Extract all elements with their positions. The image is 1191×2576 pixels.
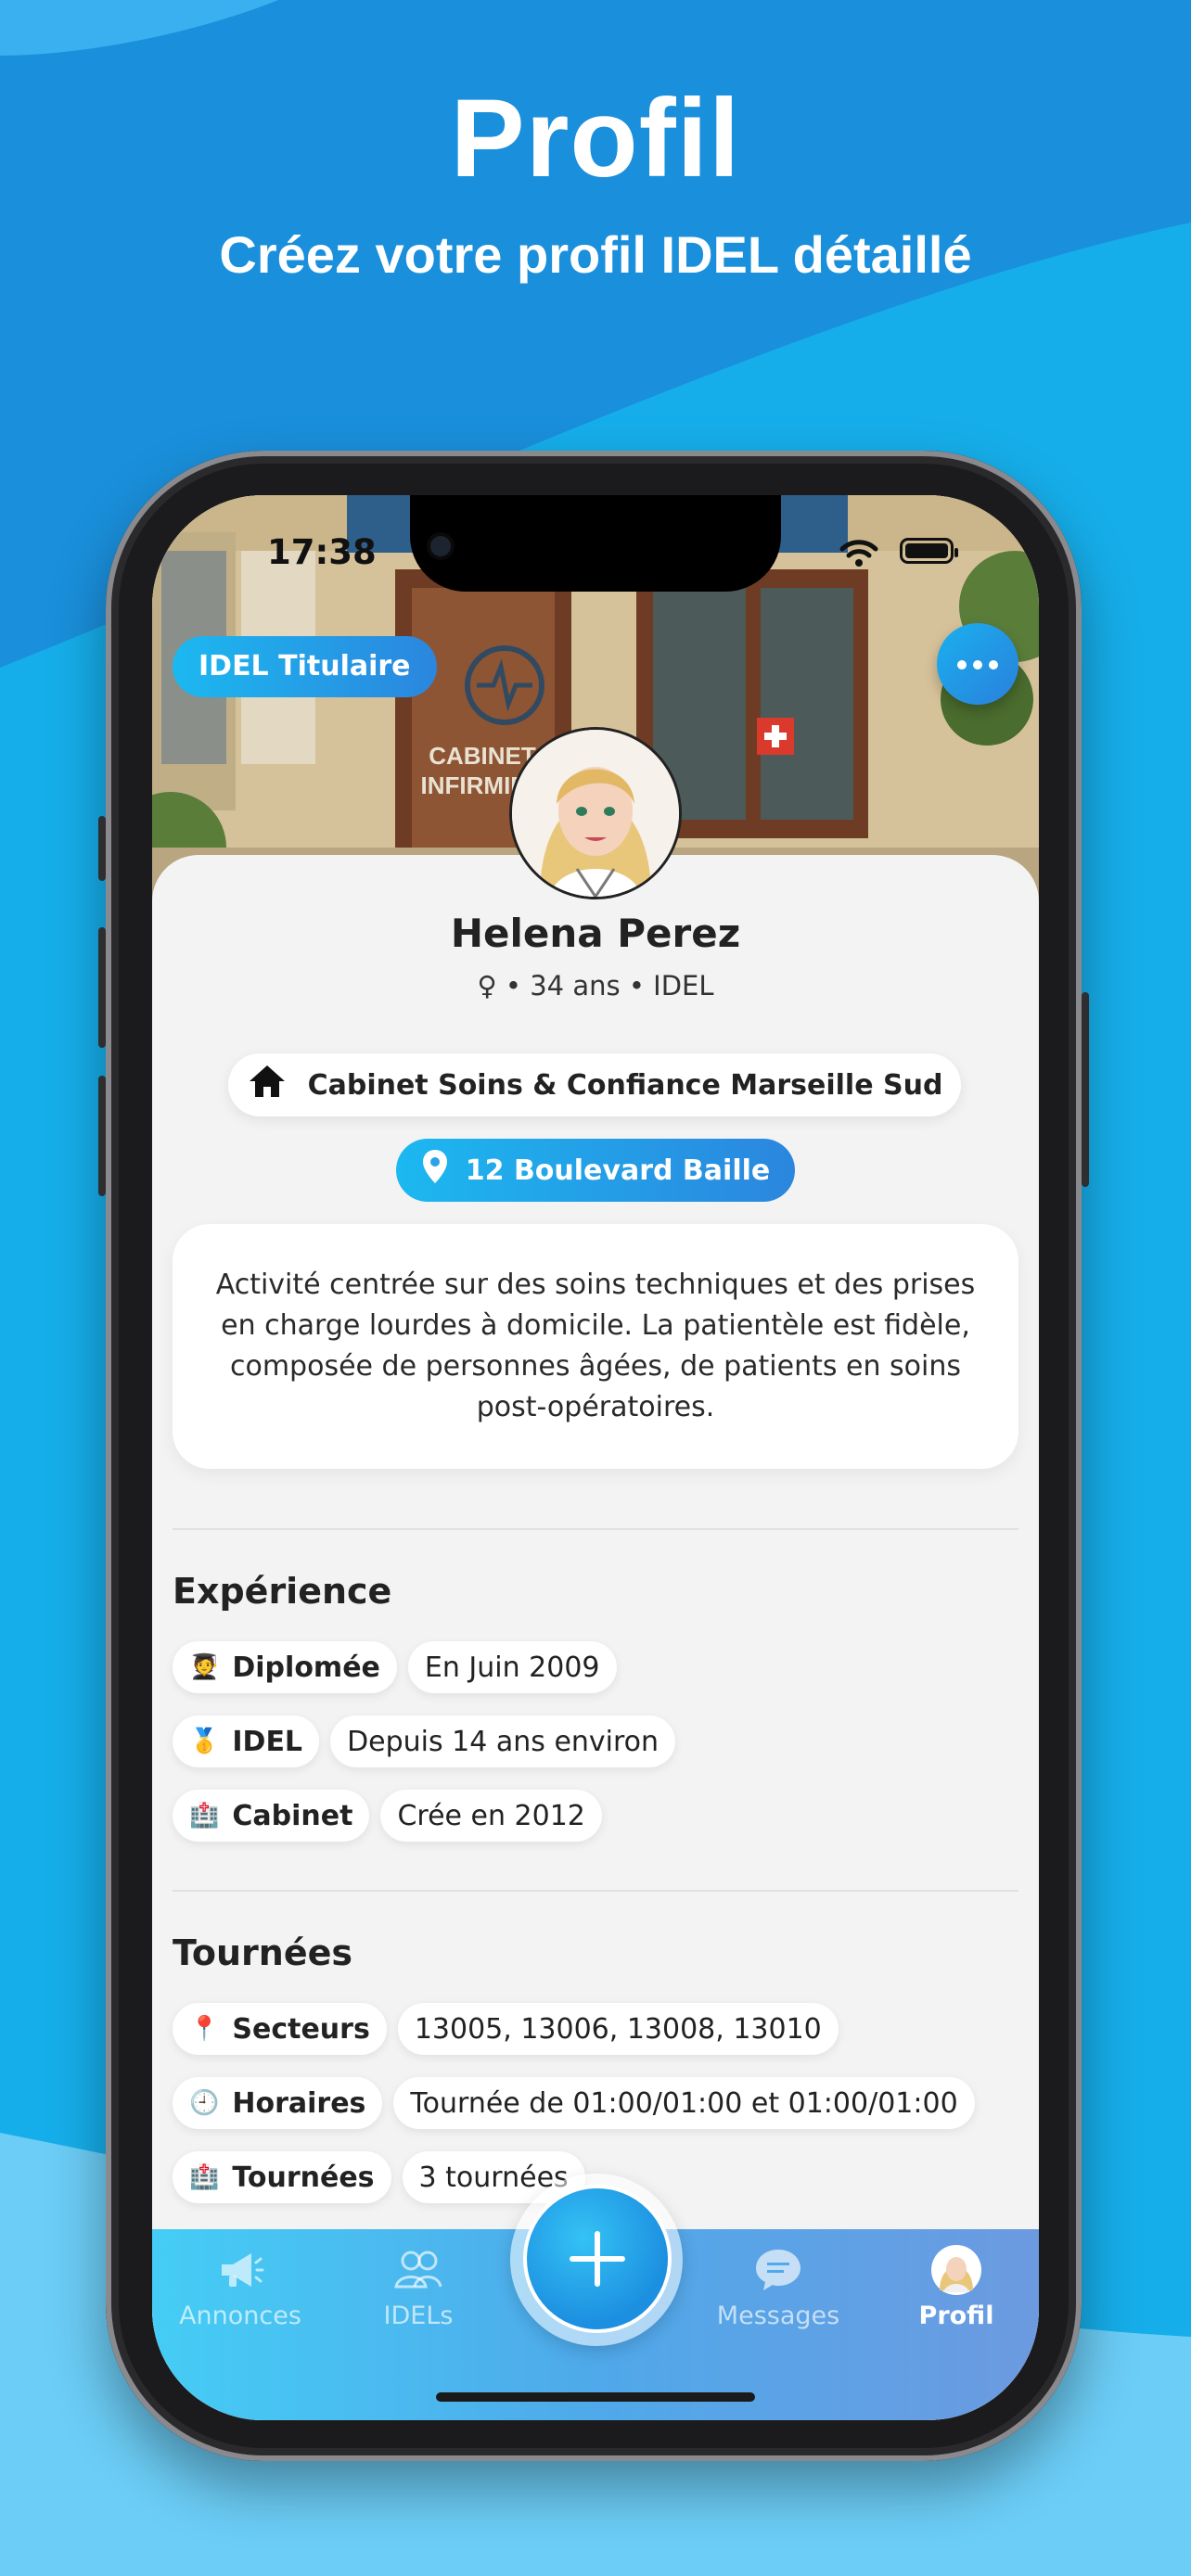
pin-icon: 📍 bbox=[189, 2015, 220, 2043]
chip-value: Crée en 2012 bbox=[380, 1790, 602, 1842]
power-button bbox=[1082, 992, 1089, 1187]
phone-screen: C · · · · · · · · · ER CABINET INFIRMIER bbox=[152, 495, 1039, 2420]
tournees-row-secteurs: 📍 Secteurs 13005, 13006, 13008, 13010 bbox=[173, 2003, 839, 2055]
divider bbox=[173, 1528, 1018, 1530]
cabinet-pill[interactable]: Cabinet Soins & Confiance Marseille Sud bbox=[228, 1053, 961, 1116]
avatar-icon bbox=[887, 2244, 1026, 2296]
experience-row-idel: 🥇 IDEL Depuis 14 ans environ bbox=[173, 1715, 676, 1767]
tab-idels[interactable]: IDELs bbox=[349, 2244, 488, 2330]
role-badge: IDEL Titulaire bbox=[173, 636, 437, 697]
description-card: Activité centrée sur des soins technique… bbox=[173, 1224, 1018, 1469]
status-time: 17:38 bbox=[267, 532, 377, 572]
tournees-title: Tournées bbox=[173, 1932, 352, 1973]
mute-switch bbox=[98, 816, 106, 881]
chat-bubble-icon bbox=[709, 2244, 848, 2296]
add-button[interactable] bbox=[523, 2185, 672, 2333]
chip-value: En Juin 2009 bbox=[407, 1641, 617, 1693]
hospital-icon: 🏥 bbox=[189, 1802, 220, 1830]
chip-label: 🏥 Tournées bbox=[173, 2151, 391, 2203]
divider bbox=[173, 1890, 1018, 1892]
experience-title: Expérience bbox=[173, 1571, 392, 1612]
tab-profil[interactable]: Profil bbox=[887, 2244, 1026, 2330]
address-pill[interactable]: 12 Boulevard Baille bbox=[396, 1139, 795, 1202]
tab-annonces[interactable]: Annonces bbox=[171, 2244, 310, 2330]
hero-subtitle: Créez votre profil IDEL détaillé bbox=[219, 225, 972, 284]
description-text: Activité centrée sur des soins technique… bbox=[215, 1269, 976, 1423]
experience-row-diploma: 🧑‍🎓 Diplomée En Juin 2009 bbox=[173, 1641, 617, 1693]
volume-down-button bbox=[98, 1076, 106, 1196]
chip-label: 🥇 IDEL bbox=[173, 1715, 320, 1767]
wifi-icon bbox=[839, 538, 879, 571]
camera-dot bbox=[430, 536, 451, 556]
battery-icon bbox=[900, 538, 958, 564]
hospital-icon: 🏥 bbox=[189, 2163, 220, 2191]
chip-value: 13005, 13006, 13008, 13010 bbox=[397, 2003, 839, 2055]
clock-icon: 🕘 bbox=[189, 2089, 220, 2117]
megaphone-icon bbox=[171, 2244, 310, 2296]
dynamic-island bbox=[410, 495, 781, 592]
address-text: 12 Boulevard Baille bbox=[465, 1154, 771, 1187]
chip-value: Depuis 14 ans environ bbox=[330, 1715, 676, 1767]
avatar[interactable] bbox=[509, 727, 682, 899]
cabinet-name: Cabinet Soins & Confiance Marseille Sud bbox=[307, 1068, 943, 1102]
home-icon bbox=[247, 1063, 288, 1107]
medal-icon: 🥇 bbox=[189, 1728, 220, 1755]
home-indicator[interactable] bbox=[436, 2392, 755, 2402]
chip-label: 🏥 Cabinet bbox=[173, 1790, 370, 1842]
svg-text:CABINET: CABINET bbox=[429, 742, 536, 770]
chip-label: 🕘 Horaires bbox=[173, 2077, 383, 2129]
hero-title: Profil bbox=[450, 76, 741, 200]
experience-row-cabinet: 🏥 Cabinet Crée en 2012 bbox=[173, 1790, 602, 1842]
chip-label: 📍 Secteurs bbox=[173, 2003, 387, 2055]
people-icon bbox=[349, 2244, 488, 2296]
tab-messages[interactable]: Messages bbox=[709, 2244, 848, 2330]
tournees-row-horaires: 🕘 Horaires Tournée de 01:00/01:00 et 01:0… bbox=[173, 2077, 975, 2129]
chip-label: 🧑‍🎓 Diplomée bbox=[173, 1641, 397, 1693]
more-options-button[interactable] bbox=[937, 623, 1018, 705]
volume-up-button bbox=[98, 927, 106, 1048]
chip-value: Tournée de 01:00/01:00 et 01:00/01:00 bbox=[393, 2077, 975, 2129]
profile-meta: ♀ • 34 ans • IDEL bbox=[477, 970, 714, 1001]
tournees-row-tournees: 🏥 Tournées 3 tournées bbox=[173, 2151, 585, 2203]
location-pin-icon bbox=[421, 1148, 449, 1192]
graduate-icon: 🧑‍🎓 bbox=[189, 1653, 220, 1681]
profile-name: Helena Perez bbox=[450, 911, 741, 956]
